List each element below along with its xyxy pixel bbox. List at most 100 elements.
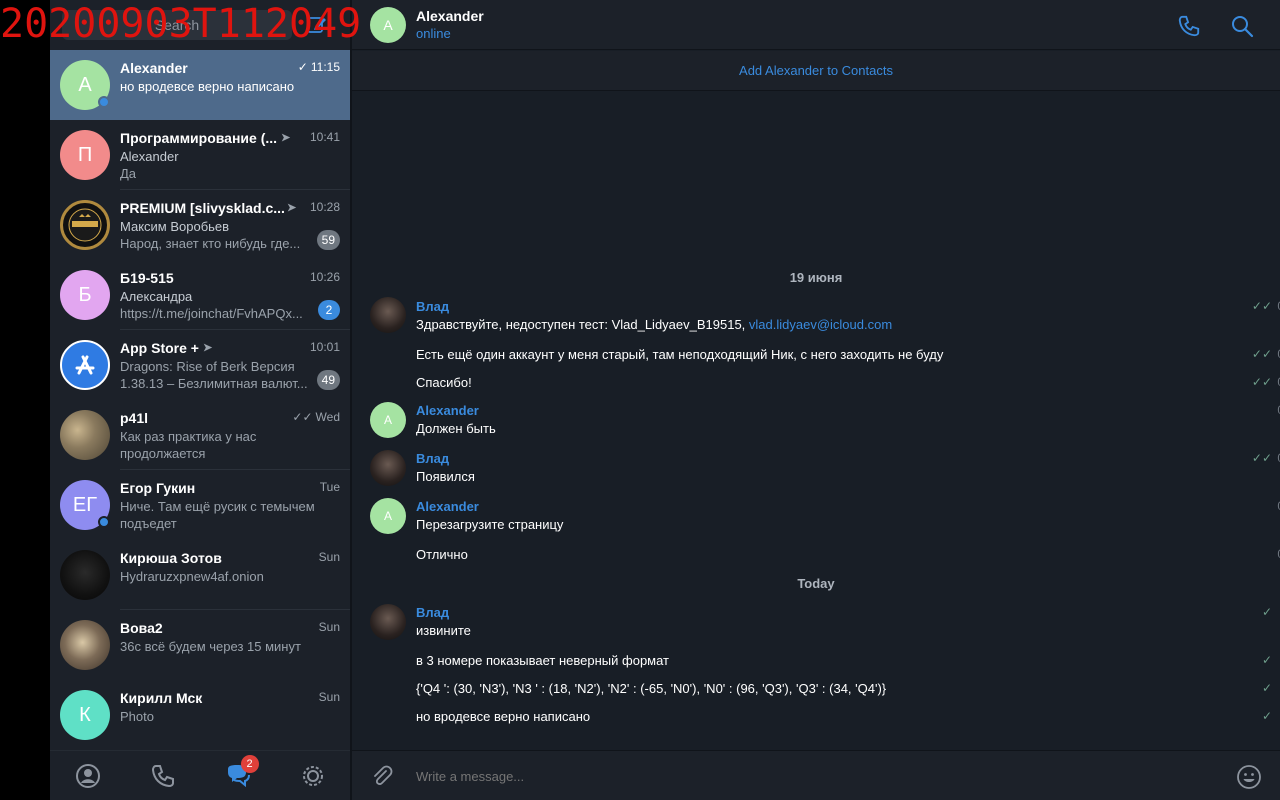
check-icon: ✓ xyxy=(1261,653,1272,667)
chat-item-premium[interactable]: PREMIUM [slivysklad.c... ➤ Максим Воробье… xyxy=(50,190,350,260)
message-text: Отлично xyxy=(416,547,468,562)
chat-item-kirusha[interactable]: Кирюша Зотов Hydraruzxpnew4af.onion Sun xyxy=(50,540,350,610)
chat-item-vova2[interactable]: Вова2 36с всё будем через 15 минут Sun xyxy=(50,610,350,680)
phone-icon xyxy=(151,764,174,787)
message-author[interactable]: Alexander xyxy=(416,499,479,514)
message-author[interactable]: Влад xyxy=(416,299,449,314)
email-link[interactable]: vlad.lidyaev@icloud.com xyxy=(749,317,892,332)
message-author[interactable]: Alexander xyxy=(416,403,479,418)
chat-title: Программирование (... ➤ xyxy=(120,130,300,146)
chat-item-egor[interactable]: ЕГ Егор Гукин Ниче. Там ещё русик с темы… xyxy=(50,470,350,540)
online-indicator xyxy=(98,96,110,108)
double-check-icon: ✓✓ xyxy=(1251,375,1272,389)
header-status: online xyxy=(416,26,451,41)
chat-title-text: PREMIUM [slivysklad.c... xyxy=(120,200,285,216)
premium-logo-icon xyxy=(68,208,102,242)
app-store-avatar xyxy=(60,340,110,390)
double-check-icon: ✓✓ xyxy=(1251,299,1272,313)
chat-item-p41l[interactable]: p41l Как раз практика у нас продолжается… xyxy=(50,400,350,470)
vlad-avatar[interactable] xyxy=(370,450,406,486)
chat-title-text: Программирование (... xyxy=(120,130,278,146)
alexander-avatar[interactable]: A xyxy=(370,498,406,534)
tab-settings[interactable] xyxy=(298,761,328,791)
chat-title: p41l xyxy=(120,410,149,426)
chat-time: Tue xyxy=(319,480,340,494)
chat-preview-2: 1.38.13 – Безлимитная валют... xyxy=(120,376,308,391)
chat-title: Вова2 xyxy=(120,620,163,636)
message-text: Перезагрузите страницу xyxy=(416,517,564,532)
chat-item-b19-515[interactable]: Б Б19-515 Александра https://t.me/joinch… xyxy=(50,260,350,330)
message-text: {'Q4 ': (30, 'N3'), 'N3 ' : (18, 'N2'), … xyxy=(416,681,887,696)
gear-icon xyxy=(302,765,323,786)
sidebar: Search A Alexander но вродевсе верно нап… xyxy=(50,0,350,800)
timestamp-watermark: 20200903T112049 xyxy=(0,1,362,47)
paperclip-icon[interactable] xyxy=(370,764,394,788)
chat-title: Б19-515 xyxy=(120,270,174,286)
chat-title-text: App Store + xyxy=(120,340,199,356)
chat-sender: Максим Воробьев xyxy=(120,219,230,234)
header-avatar[interactable]: A xyxy=(370,7,406,43)
message-text: Появился xyxy=(416,469,475,484)
chat-time: Sun xyxy=(318,550,340,564)
tab-calls[interactable] xyxy=(148,761,178,791)
message-input[interactable] xyxy=(416,766,1196,786)
chat-time: ✓✓ Wed xyxy=(292,410,340,424)
header-name[interactable]: Alexander xyxy=(416,8,484,24)
app-store-icon xyxy=(75,355,95,375)
contacts-icon xyxy=(75,763,100,788)
chat-item-programming[interactable]: П Программирование (... ➤ Alexander Да 10… xyxy=(50,120,350,190)
double-check-icon: ✓✓ xyxy=(292,410,313,424)
chat-title: Alexander xyxy=(120,60,188,76)
chat-title: PREMIUM [slivysklad.c... ➤ xyxy=(120,200,300,216)
chat-preview: Hydraruzxpnew4af.onion xyxy=(120,569,264,584)
chat-preview: но вродевсе верно написано xyxy=(120,79,295,94)
online-indicator xyxy=(98,516,110,528)
left-strip xyxy=(0,0,50,800)
chat-time-value: Wed xyxy=(315,410,340,424)
channel-icon: ➤ xyxy=(202,342,213,354)
search-icon[interactable] xyxy=(1230,14,1254,38)
message-text: но вродевсе верно написано xyxy=(416,709,591,724)
tab-contacts[interactable] xyxy=(73,761,103,791)
message-author[interactable]: Влад xyxy=(416,451,449,466)
chat-time: 10:26 xyxy=(309,270,340,284)
message-composer xyxy=(352,750,1280,800)
message-text: извините xyxy=(416,623,471,638)
chat-time-value: 11:15 xyxy=(310,60,340,74)
alexander-avatar[interactable]: A xyxy=(370,402,406,438)
chat-preview: 36с всё будем через 15 минут xyxy=(120,639,301,654)
chat-item-alexander[interactable]: A Alexander но вродевсе верно написано ✓… xyxy=(50,50,350,120)
message-text: Есть ещё один аккаунт у меня старый, там… xyxy=(416,347,944,362)
avatar-letter: Б xyxy=(78,283,92,306)
tab-chats[interactable]: 2 xyxy=(223,754,259,791)
emoji-icon[interactable] xyxy=(1236,764,1262,790)
chat-preview-2: подъедет xyxy=(120,516,177,531)
photo-avatar xyxy=(60,620,110,670)
message-list: 19 июня Влад Здравствуйте, недоступен те… xyxy=(352,91,1280,750)
chat-item-app-store[interactable]: App Store + ➤ Dragons: Rise of Berk Верси… xyxy=(50,330,350,400)
unread-badge: 59 xyxy=(316,230,340,250)
chat-item-kirill[interactable]: К Кирилл Мск Photo Sun xyxy=(50,680,350,750)
chat-header: A Alexander online xyxy=(352,0,1280,50)
chat-list: A Alexander но вродевсе верно написано ✓… xyxy=(50,50,350,750)
message-text: Спасибо! xyxy=(416,375,472,390)
vlad-avatar[interactable] xyxy=(370,297,406,333)
vlad-avatar[interactable] xyxy=(370,604,406,640)
chat-preview: https://t.me/joinchat/FvhAPQx... xyxy=(120,306,303,321)
chat-title: Кирюша Зотов xyxy=(120,550,222,566)
message-author[interactable]: Влад xyxy=(416,605,449,620)
chat-preview: Dragons: Rise of Berk Версия xyxy=(120,359,295,374)
message-text: в 3 номере показывает неверный формат xyxy=(416,653,670,668)
date-separator: Today xyxy=(797,576,835,591)
chat-panel: A Alexander online Add Alexander to Cont… xyxy=(352,0,1280,800)
channel-icon: ➤ xyxy=(286,202,297,214)
message-text-content: Здравствуйте, недоступен тест: Vlad_Lidy… xyxy=(416,317,749,332)
unread-badge: 49 xyxy=(316,370,340,390)
avatar: A xyxy=(60,60,110,110)
avatar: ЕГ xyxy=(60,480,110,530)
check-icon: ✓ xyxy=(1261,681,1272,695)
add-to-contacts-button[interactable]: Add Alexander to Contacts xyxy=(352,51,1280,91)
chat-time: 10:41 xyxy=(309,130,340,144)
check-icon: ✓ xyxy=(1261,605,1272,619)
phone-icon[interactable] xyxy=(1177,14,1201,38)
